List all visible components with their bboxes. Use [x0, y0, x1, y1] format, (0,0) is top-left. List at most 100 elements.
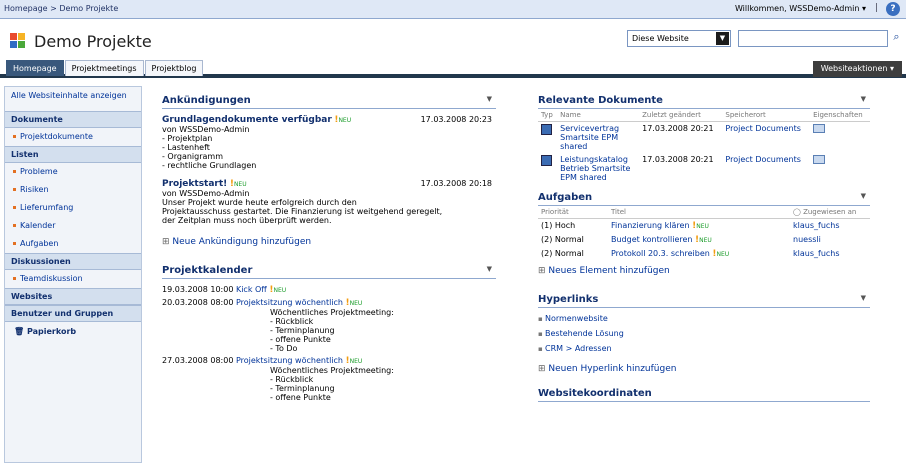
nav-item-aufgaben[interactable]: Aufgaben: [5, 235, 141, 253]
add-announcement-link[interactable]: Neue Ankündigung hinzufügen: [162, 237, 496, 247]
tasks-header: Aufgaben ▼: [538, 190, 870, 206]
announcements-title[interactable]: Ankündigungen: [162, 95, 251, 106]
recycle-bin-link[interactable]: 🗑 Papierkorb: [11, 324, 135, 339]
doc-modified: 17.03.2008 20:21: [642, 124, 714, 133]
nav-head-diskussionen[interactable]: Diskussionen: [5, 253, 141, 270]
word-doc-icon[interactable]: [541, 124, 552, 135]
breadcrumb[interactable]: Homepage > Demo Projekte: [4, 4, 118, 13]
site-logo-icon: [10, 33, 28, 49]
nav-item-teamdiskussion[interactable]: Teamdiskussion: [5, 270, 141, 288]
doc-name[interactable]: Servicevertrag Smartsite EPM shared: [557, 122, 639, 154]
nav-item-probleme[interactable]: Probleme: [5, 163, 141, 181]
hyperlink-item[interactable]: Normenwebsite: [538, 311, 870, 326]
webpart-menu-icon[interactable]: ▼: [487, 95, 492, 103]
announcement-body-line: - Projektplan: [162, 134, 213, 143]
search-input[interactable]: [738, 30, 888, 47]
site-actions-menu[interactable]: Websiteaktionen ▾: [812, 61, 902, 77]
properties-icon[interactable]: [813, 124, 826, 133]
event-desc-line: - Terminplanung: [270, 326, 335, 335]
search-scope-value: Diese Website: [632, 34, 689, 43]
add-task-link[interactable]: Neues Element hinzufügen: [538, 266, 870, 276]
nav-item-kalender[interactable]: Kalender: [5, 217, 141, 235]
col-header[interactable]: Eigenschaften: [810, 109, 870, 122]
dropdown-arrow-icon[interactable]: ▼: [716, 32, 729, 45]
tab-projektblog[interactable]: Projektblog: [144, 60, 204, 76]
webpart-menu-icon[interactable]: ▼: [487, 265, 492, 273]
event-title[interactable]: Projektsitzung wöchentlich: [236, 356, 343, 365]
table-row: (2) Normal Protokoll 20.3. schreiben !NE…: [538, 247, 870, 261]
doc-location[interactable]: Project Documents: [722, 122, 810, 154]
new-badge: !NEU: [345, 298, 363, 308]
col-header[interactable]: Typ: [538, 109, 558, 122]
calendar-header: Projektkalender ▼: [162, 263, 496, 279]
doc-name[interactable]: Leistungskatalog Betrieb Smartsite EPM s…: [557, 153, 639, 184]
event-title[interactable]: Projektsitzung wöchentlich: [236, 298, 343, 307]
announcement-body-line: - Organigramm: [162, 152, 224, 161]
help-icon[interactable]: ?: [886, 2, 900, 16]
tasks-title[interactable]: Aufgaben: [538, 192, 592, 203]
nav-item-projektdokumente[interactable]: Projektdokumente: [5, 128, 141, 146]
nav-item-lieferumfang[interactable]: Lieferumfang: [5, 199, 141, 217]
announcement-title[interactable]: Projektstart!: [162, 179, 227, 189]
webpart-menu-icon[interactable]: ▼: [861, 294, 866, 302]
hyperlink-item[interactable]: CRM > Adressen: [538, 341, 870, 356]
nav-head-listen[interactable]: Listen: [5, 146, 141, 163]
task-title[interactable]: Budget kontrollieren: [611, 235, 692, 244]
nav-head-dokumente[interactable]: Dokumente: [5, 111, 141, 128]
recycle-bin-icon: 🗑: [14, 327, 25, 336]
hyperlinks-list: Normenwebsite Bestehende Lösung CRM > Ad…: [538, 311, 870, 356]
hyperlink-item[interactable]: Bestehende Lösung: [538, 326, 870, 341]
search-scope-select[interactable]: Diese Website ▼: [627, 30, 731, 47]
task-priority: (1) Hoch: [541, 221, 576, 230]
event-title[interactable]: Kick Off: [236, 285, 267, 294]
task-title[interactable]: Finanzierung klären: [611, 221, 690, 230]
hyperlinks-header: Hyperlinks ▼: [538, 292, 870, 308]
tasks-table: Priorität Titel ◯ Zugewiesen an (1) Hoch…: [538, 206, 870, 261]
documents-title[interactable]: Relevante Dokumente: [538, 95, 663, 106]
add-hyperlink-link[interactable]: Neuen Hyperlink hinzufügen: [538, 364, 870, 374]
col-header[interactable]: Speicherort: [722, 109, 811, 122]
nav-item-risiken[interactable]: Risiken: [5, 181, 141, 199]
event-desc-line: - Rückblick: [270, 317, 314, 326]
col-header[interactable]: Priorität: [538, 206, 608, 219]
calendar-event: 20.03.2008 08:00 Projektsitzung wöchentl…: [162, 298, 496, 353]
col-header[interactable]: ◯ Zugewiesen an: [790, 206, 870, 219]
table-row: (2) Normal Budget kontrollieren !NEU nue…: [538, 233, 870, 247]
site-title[interactable]: Demo Projekte: [34, 32, 152, 51]
doc-location[interactable]: Project Documents: [722, 153, 810, 184]
event-desc-line: - offene Punkte: [270, 393, 331, 402]
announcement-body-line: Unser Projekt wurde heute erfolgreich du…: [162, 198, 357, 207]
welcome-menu[interactable]: Willkommen, WSSDemo-Admin ▾: [735, 4, 866, 13]
task-assignee[interactable]: nuessli: [790, 233, 870, 247]
calendar-title[interactable]: Projektkalender: [162, 265, 252, 276]
event-desc-line: - To Do: [270, 344, 298, 353]
task-title[interactable]: Protokoll 20.3. schreiben: [611, 249, 710, 258]
webpart-menu-icon[interactable]: ▼: [861, 192, 866, 200]
all-site-content-link[interactable]: Alle Websiteinhalte anzeigen: [5, 87, 141, 111]
calendar-event: 19.03.2008 10:00 Kick Off !NEU: [162, 285, 496, 295]
announcement-body-line: der Zeitplan muss noch überprüft werden.: [162, 216, 332, 225]
hyperlinks-title[interactable]: Hyperlinks: [538, 294, 598, 305]
task-assignee[interactable]: klaus_fuchs: [790, 247, 870, 261]
col-header[interactable]: Zuletzt geändert: [639, 109, 723, 122]
next-webpart-title[interactable]: Websitekoordinaten: [538, 388, 652, 399]
event-time: 20.03.2008 08:00: [162, 298, 234, 307]
announcement-title[interactable]: Grundlagendokumente verfügbar: [162, 115, 332, 125]
announcements-header: Ankündigungen ▼: [162, 93, 496, 109]
new-badge: !NEU: [229, 179, 247, 189]
webpart-menu-icon[interactable]: ▼: [861, 95, 866, 103]
properties-icon[interactable]: [813, 155, 826, 164]
nav-head-benutzer[interactable]: Benutzer und Gruppen: [5, 305, 141, 322]
search-icon[interactable]: ⌕: [889, 30, 904, 47]
tab-homepage[interactable]: Homepage: [6, 60, 64, 76]
task-assignee[interactable]: klaus_fuchs: [790, 219, 870, 234]
quick-launch: Alle Websiteinhalte anzeigen Dokumente P…: [4, 86, 142, 463]
new-badge: !NEU: [334, 115, 352, 125]
word-doc-icon[interactable]: [541, 155, 552, 166]
nav-head-websites[interactable]: Websites: [5, 288, 141, 305]
col-header[interactable]: Titel: [608, 206, 790, 219]
new-badge: !NEU: [695, 235, 712, 245]
col-header[interactable]: Name: [557, 109, 640, 122]
new-badge: !NEU: [345, 356, 363, 366]
tab-projektmeetings[interactable]: Projektmeetings: [64, 60, 144, 76]
